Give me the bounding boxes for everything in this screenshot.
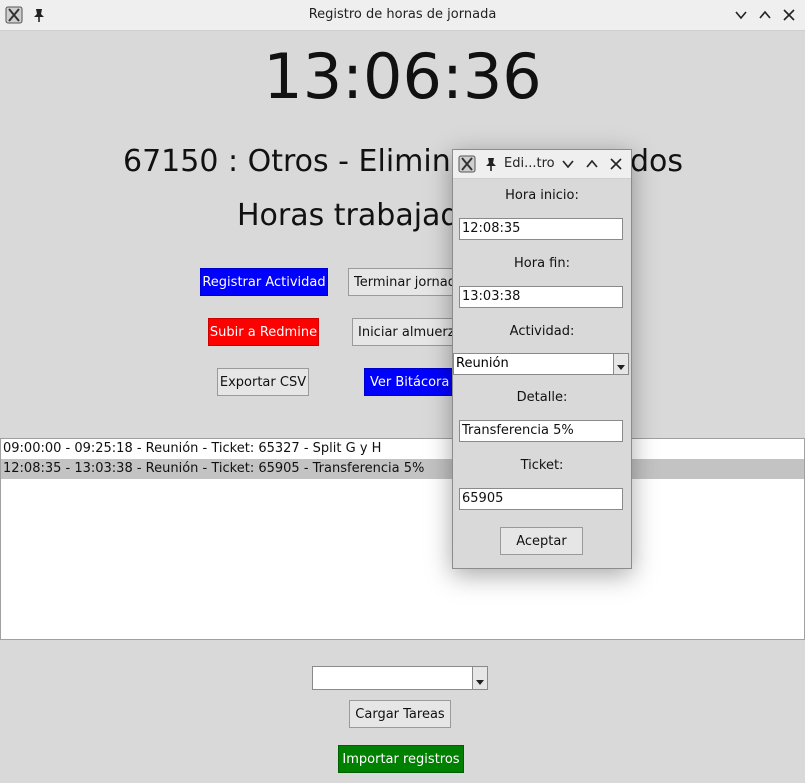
hora-fin-field[interactable]: 13:03:38 — [459, 286, 623, 308]
clock-display: 13:06:36 — [263, 40, 542, 113]
aceptar-button[interactable]: Aceptar — [500, 527, 583, 555]
dialog-close-icon[interactable] — [606, 154, 626, 174]
dialog-title: Edi...tro — [504, 156, 555, 171]
dialog-title-bar: Edi...tro — [453, 150, 631, 179]
ticket-field[interactable]: 65905 — [459, 488, 623, 510]
window-title: Registro de horas de jornada — [308, 7, 497, 22]
chevron-down-icon[interactable] — [472, 667, 487, 689]
registrar-actividad-button[interactable]: Registrar Actividad — [200, 268, 328, 296]
title-bar: Registro de horas de jornada — [0, 0, 805, 31]
list-item[interactable]: 09:00:00 - 09:25:18 - Reunión - Ticket: … — [1, 439, 804, 459]
exportar-csv-button[interactable]: Exportar CSV — [217, 368, 309, 396]
hora-inicio-field[interactable]: 12:08:35 — [459, 218, 623, 240]
detalle-label: Detalle: — [516, 390, 568, 405]
actividad-select[interactable]: Reunión — [453, 353, 629, 375]
close-icon[interactable] — [779, 5, 799, 25]
dialog-app-icon — [458, 155, 476, 173]
ticket-label: Ticket: — [520, 458, 564, 473]
dialog-minimize-icon[interactable] — [558, 154, 578, 174]
current-task-label-tail: dos — [630, 144, 684, 179]
hora-fin-label: Hora fin: — [514, 256, 570, 271]
ver-bitacora-button[interactable]: Ver Bitácora — [364, 368, 452, 396]
current-task-label: 67150 : Otros - Elimina — [123, 144, 470, 179]
iniciar-almuerzo-button[interactable]: Iniciar almuerz — [352, 318, 452, 346]
hours-worked-label: Horas trabajad — [237, 198, 460, 233]
terminar-jornada-button[interactable]: Terminar jornad — [348, 268, 452, 296]
actividad-label: Actividad: — [509, 324, 575, 339]
task-select[interactable] — [312, 666, 488, 690]
dialog-maximize-icon[interactable] — [582, 154, 602, 174]
actividad-select-value: Reunión — [456, 356, 509, 371]
subir-redmine-button[interactable]: Subir a Redmine — [208, 318, 319, 346]
edit-record-dialog: Edi...tro Hora inicio: 12:08:35 Hora fin… — [452, 149, 632, 569]
maximize-icon[interactable] — [755, 5, 775, 25]
actividad-chevron-down-icon[interactable] — [613, 354, 628, 374]
records-list[interactable]: 09:00:00 - 09:25:18 - Reunión - Ticket: … — [0, 438, 805, 640]
hora-inicio-label: Hora inicio: — [505, 188, 579, 203]
cargar-tareas-button[interactable]: Cargar Tareas — [349, 700, 451, 728]
detalle-field[interactable]: Transferencia 5% — [459, 420, 623, 442]
list-item-selected[interactable]: 12:08:35 - 13:03:38 - Reunión - Ticket: … — [1, 459, 804, 479]
importar-registros-button[interactable]: Importar registros — [338, 745, 464, 773]
dialog-pin-icon[interactable] — [482, 155, 500, 173]
minimize-icon[interactable] — [731, 5, 751, 25]
